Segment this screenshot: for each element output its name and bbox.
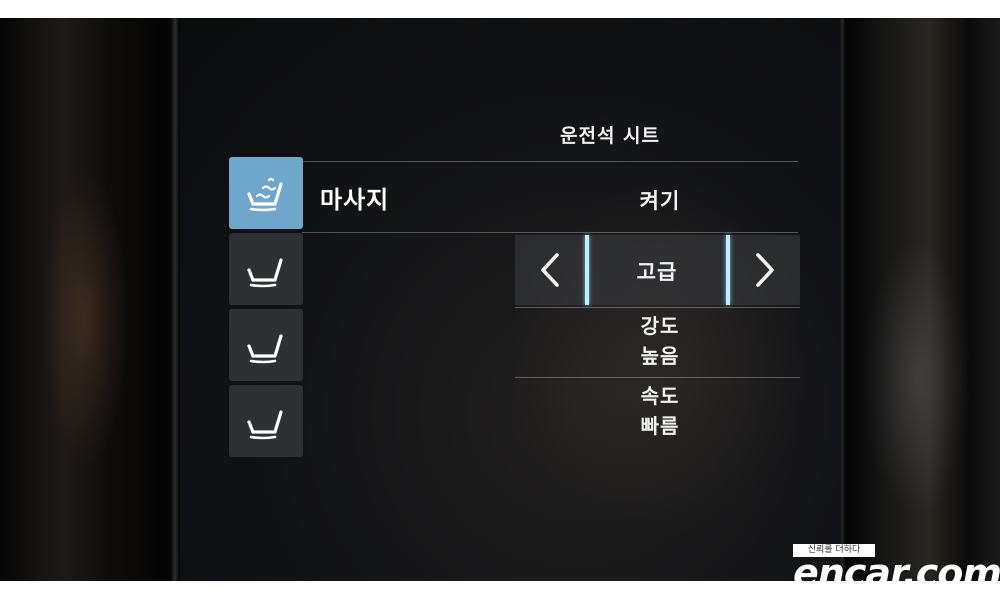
intensity-label: 강도 [640, 314, 680, 338]
seat-tab-4[interactable] [229, 385, 303, 457]
seat-massage-icon [247, 177, 283, 212]
chevron-right-icon [756, 253, 774, 287]
speed-value: 빠름 [640, 414, 680, 438]
seat-icon [247, 334, 283, 364]
intensity-value: 높음 [640, 344, 680, 368]
row-divider-1 [302, 232, 798, 233]
infotainment-screen: 운전석 시트 마사지 켜기 고급 강도 높음 속도 빠름 [180, 18, 840, 581]
intensity-setting[interactable]: 강도 높음 [560, 311, 760, 371]
watermark-logo: encar.com [793, 551, 1000, 581]
title-divider [302, 161, 798, 162]
photo-frame: 운전석 시트 마사지 켜기 고급 강도 높음 속도 빠름 신뢰를 더하다 enc… [0, 18, 1000, 581]
right-bezel [842, 18, 1000, 581]
seat-icon [247, 410, 283, 440]
seat-tab-2[interactable] [229, 233, 303, 305]
speed-setting[interactable]: 속도 빠름 [560, 381, 760, 441]
left-bezel-edge [170, 18, 180, 581]
speed-label: 속도 [640, 384, 680, 408]
left-bezel [0, 18, 180, 581]
row-divider-3 [515, 377, 800, 378]
program-selector: 고급 [515, 235, 800, 305]
massage-status[interactable]: 켜기 [560, 185, 760, 215]
seat-tab-3[interactable] [229, 309, 303, 381]
page-title: 운전석 시트 [559, 125, 660, 147]
next-program-button[interactable] [730, 235, 800, 305]
massage-label: 마사지 [320, 186, 390, 214]
seat-icon [247, 258, 283, 288]
row-divider-2 [515, 307, 800, 308]
seat-tab-massage[interactable] [229, 157, 303, 229]
